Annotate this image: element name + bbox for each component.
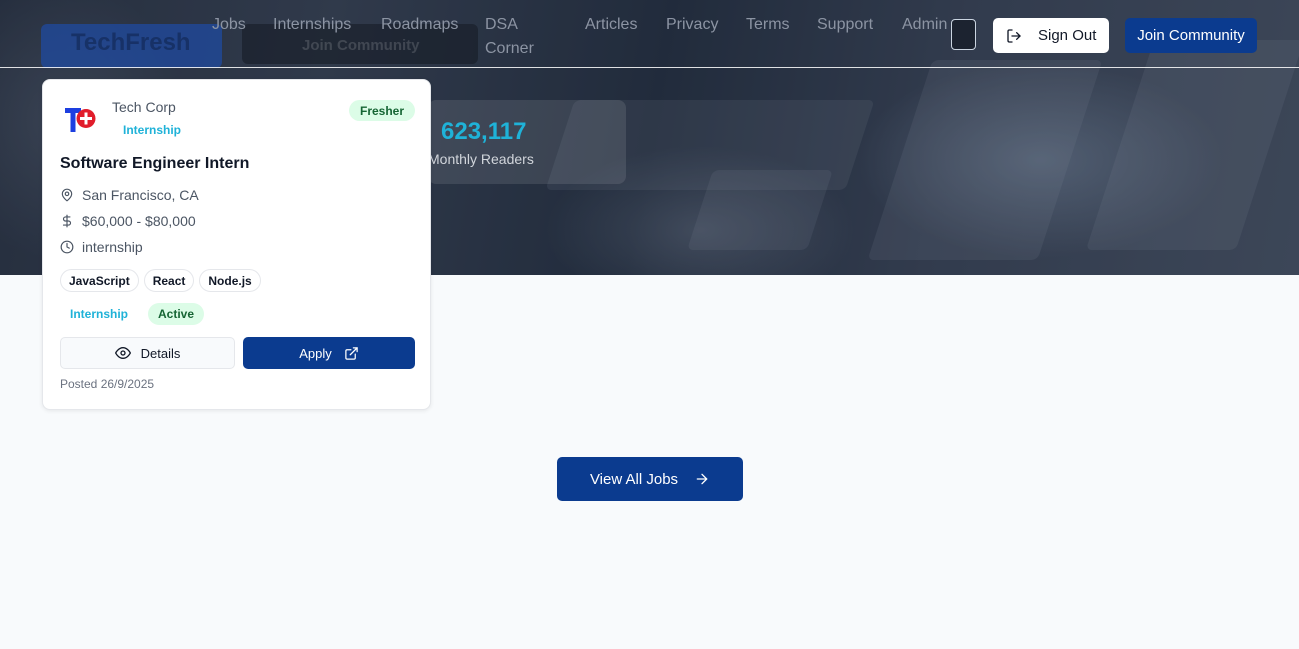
nav-dsa[interactable]: DSA [485,13,518,37]
company-logo [65,108,96,132]
skill-tag: JavaScript [60,269,139,292]
skill-tag: Node.js [199,269,261,292]
view-all-jobs-button[interactable]: View All Jobs [557,457,743,501]
nav-internships[interactable]: Internships [273,13,351,37]
job-location-text: San Francisco, CA [82,187,199,203]
fresher-badge: Fresher [349,100,415,121]
apply-label: Apply [299,345,332,361]
stats-label: Monthly Readers [428,151,534,167]
internship-badge: Internship [70,307,129,321]
view-all-label: View All Jobs [589,470,679,488]
sign-out-label: Sign Out [1038,27,1097,44]
nav-articles[interactable]: Articles [585,13,637,37]
top-navbar: Jobs Internships Roadmaps DSA Corner Art… [0,0,1299,68]
details-button[interactable]: Details [60,337,235,369]
stats-value: 623,117 [441,118,527,145]
job-card: Tech Corp Internship Fresher Software En… [42,79,431,410]
stats-card: 623,117 Monthly Readers [428,100,626,184]
sign-out-button[interactable]: Sign Out [993,18,1109,53]
nav-terms[interactable]: Terms [746,13,790,37]
posted-date: Posted 26/9/2025 [60,377,155,391]
nav-jobs[interactable]: Jobs [212,13,246,37]
nav-corner[interactable]: Corner [485,37,534,61]
clock-icon [60,240,74,254]
arrow-right-icon [696,473,708,485]
job-title: Software Engineer Intern [60,155,250,172]
job-type-tag: Internship [123,123,182,137]
skill-tags: JavaScript React Node.js [60,269,261,292]
sign-out-icon [1007,28,1021,43]
nav-admin[interactable]: Admin [902,13,947,37]
job-employment-text: internship [82,239,143,255]
join-community-button[interactable]: Join Community [1125,18,1257,53]
eye-icon [114,347,131,359]
apply-button[interactable]: Apply [243,337,415,369]
company-name: Tech Corp [112,99,176,115]
nav-support[interactable]: Support [817,13,873,37]
skill-tag: React [143,269,195,292]
job-location: San Francisco, CA [60,187,199,203]
nav-roadmaps[interactable]: Roadmaps [381,13,458,37]
job-employment-type: internship [60,239,143,255]
details-label: Details [140,345,181,361]
status-badges: Internship Active [60,303,205,325]
theme-toggle-button[interactable] [951,19,976,50]
dollar-icon [62,214,72,228]
active-status-badge: Active [148,303,205,325]
external-link-icon [345,346,358,360]
nav-privacy[interactable]: Privacy [666,13,718,37]
job-salary-text: $60,000 - $80,000 [82,213,196,229]
map-pin-icon [61,188,73,202]
job-salary: $60,000 - $80,000 [60,213,196,229]
